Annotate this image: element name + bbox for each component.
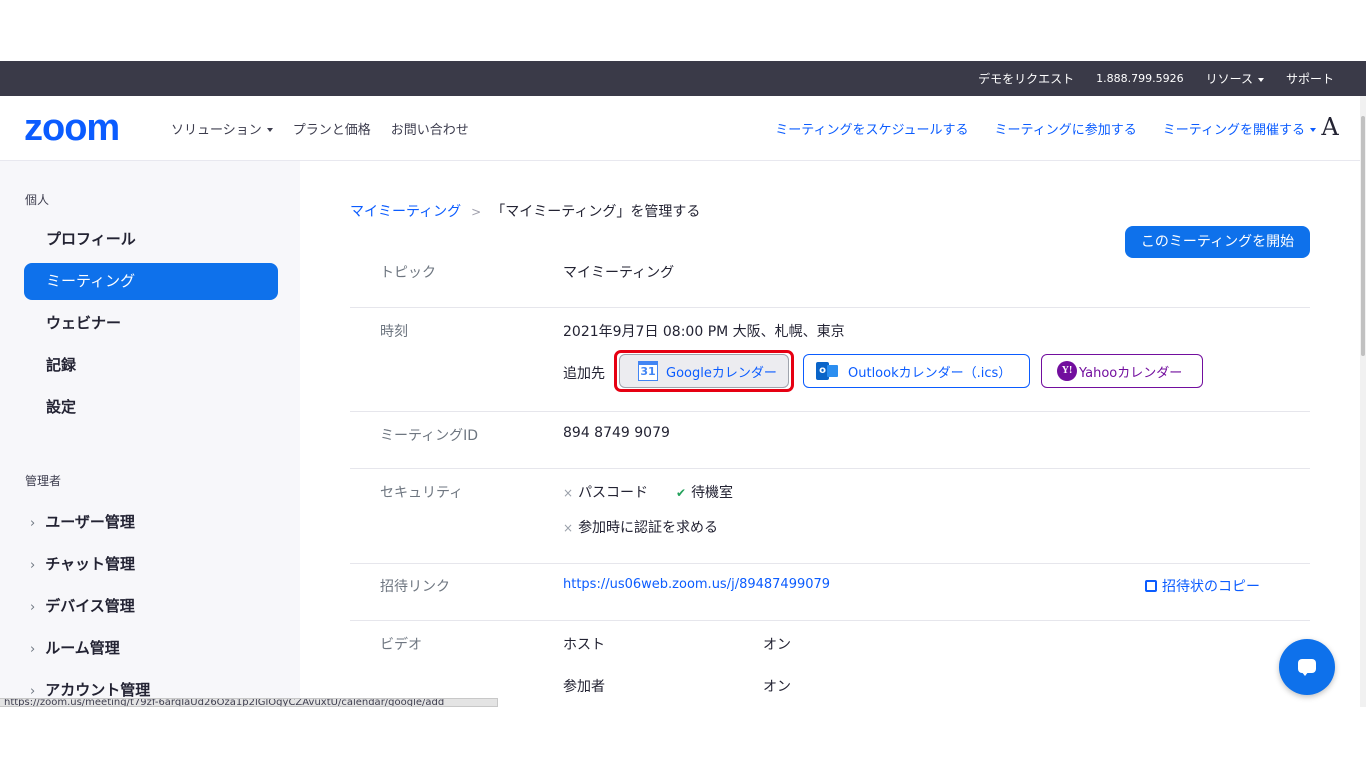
- topic-value: マイミーティング: [563, 265, 675, 281]
- zoom-logo[interactable]: zoom: [24, 109, 120, 147]
- sidebar-heading-admin: 管理者: [25, 474, 62, 488]
- phone-number-link[interactable]: 1.888.799.5926: [1096, 72, 1183, 85]
- browser-viewport: デモをリクエスト 1.888.799.5926 リソース サポート zoom ソ…: [0, 61, 1366, 707]
- divider: [350, 620, 1310, 621]
- sidebar-group-label: ルーム管理: [45, 639, 120, 657]
- main-content: マイミーティング > 「マイミーティング」を管理する このミーティングを開始 トピッ…: [300, 161, 1360, 707]
- video-participant-value: オン: [763, 679, 791, 695]
- chevron-right-icon: ›: [30, 642, 36, 657]
- invite-link-label: 招待リンク: [380, 579, 450, 595]
- solutions-label: ソリューション: [171, 122, 262, 138]
- status-bar-url: https://zoom.us/meeting/t79zf-6arqIaUd26…: [0, 698, 498, 707]
- add-to-label: 追加先: [563, 366, 605, 382]
- video-host-value: オン: [763, 637, 791, 653]
- yahoo-calendar-label: Yahooカレンダー: [1079, 365, 1183, 381]
- sidebar: 個人 プロフィール ミーティング ウェビナー 記録 設定 管理者 › ユーザー管理…: [0, 161, 300, 707]
- join-meeting-link[interactable]: ミーティングに参加する: [995, 119, 1137, 138]
- chevron-right-icon: ›: [30, 684, 36, 699]
- copy-invitation-label: 招待状のコピー: [1162, 579, 1260, 595]
- sidebar-group-chat-management[interactable]: › チャット管理: [30, 553, 135, 574]
- sidebar-group-label: アカウント管理: [45, 681, 151, 699]
- invite-link[interactable]: https://us06web.zoom.us/j/89487499079: [563, 577, 830, 592]
- sidebar-item-settings[interactable]: 設定: [24, 389, 278, 426]
- breadcrumb: マイミーティング > 「マイミーティング」を管理する: [350, 201, 700, 221]
- outlook-icon: o: [816, 362, 838, 380]
- highlight-box: [614, 350, 794, 392]
- topic-label: トピック: [380, 265, 436, 281]
- avatar[interactable]: A: [1316, 113, 1344, 141]
- schedule-meeting-link[interactable]: ミーティングをスケジュールする: [775, 119, 968, 138]
- chevron-right-icon: ›: [30, 558, 36, 573]
- x-icon: ×: [563, 486, 574, 500]
- time-label: 時刻: [380, 324, 408, 340]
- meeting-id-value: 894 8749 9079: [563, 425, 670, 441]
- host-meeting-label: ミーティングを開催する: [1162, 122, 1305, 138]
- outlook-calendar-button[interactable]: o Outlookカレンダー（.ics）: [803, 354, 1030, 388]
- plans-link[interactable]: プランと価格: [293, 119, 371, 138]
- security-waiting-room-label: 待機室: [691, 485, 734, 501]
- sidebar-group-label: デバイス管理: [45, 597, 135, 615]
- security-auth: × 参加時に認証を求める: [563, 517, 718, 537]
- sidebar-group-label: ユーザー管理: [45, 513, 135, 531]
- security-label: セキュリティ: [380, 485, 464, 501]
- solutions-menu[interactable]: ソリューション: [171, 119, 273, 138]
- sidebar-group-user-management[interactable]: › ユーザー管理: [30, 511, 135, 532]
- sidebar-group-account-management[interactable]: › アカウント管理: [30, 679, 150, 700]
- utility-bar: デモをリクエスト 1.888.799.5926 リソース サポート: [0, 61, 1366, 96]
- divider: [350, 411, 1310, 412]
- contact-link[interactable]: お問い合わせ: [391, 119, 469, 138]
- sidebar-group-device-management[interactable]: › デバイス管理: [30, 595, 135, 616]
- divider: [350, 563, 1310, 564]
- security-passcode-label: パスコード: [578, 485, 649, 501]
- copy-invitation-button[interactable]: 招待状のコピー: [1145, 576, 1260, 596]
- security-waiting-room: ✔ 待機室: [676, 482, 733, 502]
- sidebar-item-meetings[interactable]: ミーティング: [24, 263, 278, 300]
- check-icon: ✔: [676, 486, 687, 500]
- chat-support-button[interactable]: [1279, 639, 1335, 695]
- chevron-right-icon: ›: [30, 600, 36, 615]
- video-host-label: ホスト: [563, 637, 605, 653]
- yahoo-icon: Y!: [1057, 361, 1077, 381]
- security-auth-label: 参加時に認証を求める: [578, 520, 719, 536]
- resources-label: リソース: [1205, 72, 1253, 86]
- video-participant-label: 参加者: [563, 679, 605, 695]
- x-icon: ×: [563, 521, 574, 535]
- yahoo-calendar-button[interactable]: Y! Yahooカレンダー: [1041, 354, 1203, 388]
- video-label: ビデオ: [380, 637, 422, 653]
- breadcrumb-my-meetings[interactable]: マイミーティング: [350, 204, 461, 220]
- start-meeting-button[interactable]: このミーティングを開始: [1125, 226, 1310, 258]
- sidebar-item-profile[interactable]: プロフィール: [24, 221, 278, 258]
- chevron-down-icon: [1257, 77, 1264, 82]
- request-demo-link[interactable]: デモをリクエスト: [978, 70, 1074, 87]
- sidebar-group-label: チャット管理: [45, 555, 136, 573]
- support-link[interactable]: サポート: [1286, 70, 1334, 87]
- copy-icon: [1145, 580, 1157, 592]
- resources-menu[interactable]: リソース: [1206, 70, 1264, 87]
- time-value: 2021年9月7日 08:00 PM 大阪、札幌、東京: [563, 324, 845, 340]
- security-passcode: × パスコード: [563, 482, 648, 502]
- outlook-calendar-label: Outlookカレンダー（.ics）: [848, 365, 1012, 381]
- breadcrumb-separator-icon: >: [471, 205, 482, 219]
- host-meeting-menu[interactable]: ミーティングを開催する: [1163, 119, 1316, 138]
- chevron-right-icon: ›: [30, 516, 36, 531]
- scrollbar-thumb[interactable]: [1361, 116, 1365, 356]
- sidebar-item-recordings[interactable]: 記録: [24, 347, 278, 384]
- chevron-down-icon: [266, 128, 273, 132]
- scrollbar[interactable]: [1360, 96, 1366, 707]
- main-nav: zoom ソリューション プランと価格 お問い合わせ ミーティングをスケジュール…: [0, 96, 1366, 161]
- breadcrumb-current: 「マイミーティング」を管理する: [491, 204, 701, 220]
- sidebar-item-webinars[interactable]: ウェビナー: [24, 305, 278, 342]
- divider: [350, 307, 1310, 308]
- sidebar-group-room-management[interactable]: › ルーム管理: [30, 637, 120, 658]
- meeting-id-label: ミーティングID: [380, 428, 479, 444]
- sidebar-heading-personal: 個人: [25, 193, 50, 207]
- divider: [350, 468, 1310, 469]
